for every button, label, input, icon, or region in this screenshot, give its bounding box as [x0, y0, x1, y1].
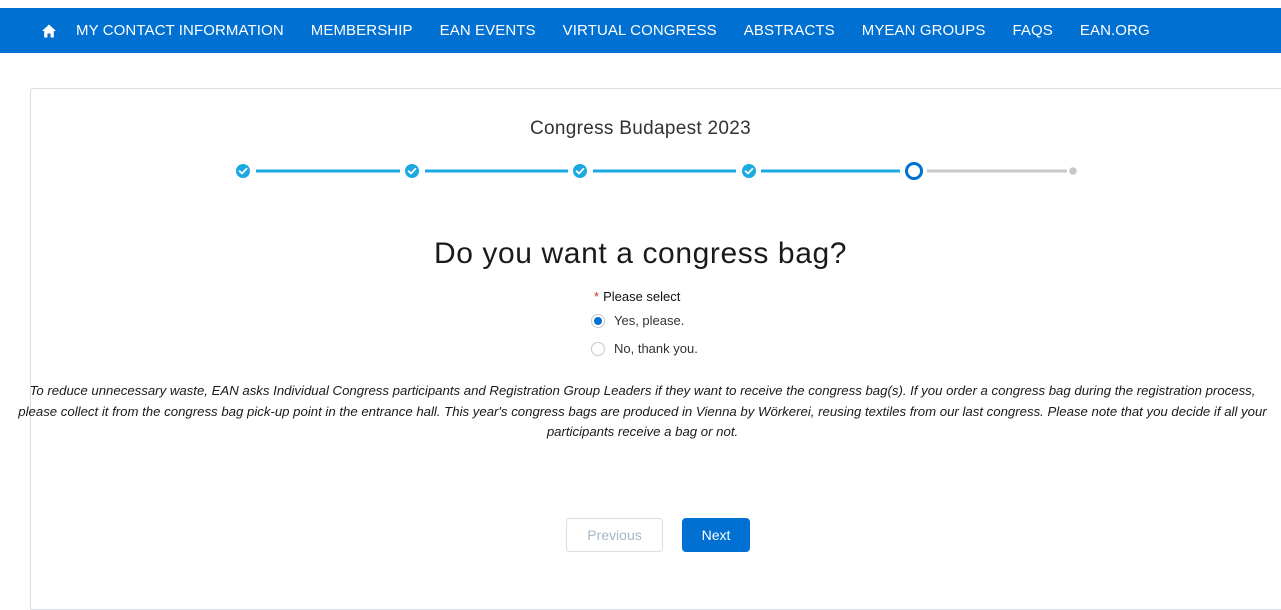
- nav-item-virtual-congress[interactable]: VIRTUAL CONGRESS: [563, 22, 717, 39]
- next-button[interactable]: Next: [682, 518, 750, 552]
- progress-step-1-complete: [236, 164, 250, 178]
- progress-step-2-complete: [405, 164, 419, 178]
- previous-button[interactable]: Previous: [566, 518, 663, 552]
- field-label: * Please select: [594, 289, 680, 304]
- radio-no-input[interactable]: [591, 341, 605, 356]
- radio-no-label: No, thank you.: [614, 341, 698, 356]
- field-label-text: Please select: [603, 289, 681, 304]
- radio-yes-input[interactable]: [591, 313, 605, 328]
- required-marker: *: [594, 289, 600, 304]
- radio-selected-dot: [594, 316, 602, 325]
- progress-step-5-current: [905, 162, 923, 180]
- home-button[interactable]: [34, 16, 64, 46]
- home-icon: [42, 24, 56, 37]
- question-heading: Do you want a congress bag?: [433, 237, 848, 270]
- nav-item-ean-org[interactable]: EAN.ORG: [1080, 22, 1150, 39]
- nav-item-ean-events[interactable]: EAN EVENTS: [440, 22, 536, 39]
- progress-step-4-complete: [742, 164, 756, 178]
- progress-step-6-upcoming: [1069, 167, 1077, 175]
- top-navigation-bar: MY CONTACT INFORMATION MEMBERSHIP EAN EV…: [0, 8, 1281, 53]
- radio-option-no[interactable]: No, thank you.: [591, 341, 698, 356]
- nav-item-membership[interactable]: MEMBERSHIP: [311, 22, 413, 39]
- event-title: Congress Budapest 2023: [529, 118, 752, 139]
- main-nav: MY CONTACT INFORMATION MEMBERSHIP EAN EV…: [76, 22, 1177, 39]
- nav-item-abstracts[interactable]: ABSTRACTS: [744, 22, 835, 39]
- nav-item-myean-groups[interactable]: MYEAN GROUPS: [862, 22, 986, 39]
- nav-item-my-contact-information[interactable]: MY CONTACT INFORMATION: [76, 22, 284, 39]
- nav-item-faqs[interactable]: FAQS: [1012, 22, 1052, 39]
- radio-option-yes[interactable]: Yes, please.: [591, 313, 684, 328]
- progress-indicator: [236, 162, 1077, 180]
- info-text: To reduce unnecessary waste, EAN asks In…: [18, 383, 1267, 439]
- radio-yes-label: Yes, please.: [614, 313, 685, 328]
- progress-step-3-complete: [573, 164, 587, 178]
